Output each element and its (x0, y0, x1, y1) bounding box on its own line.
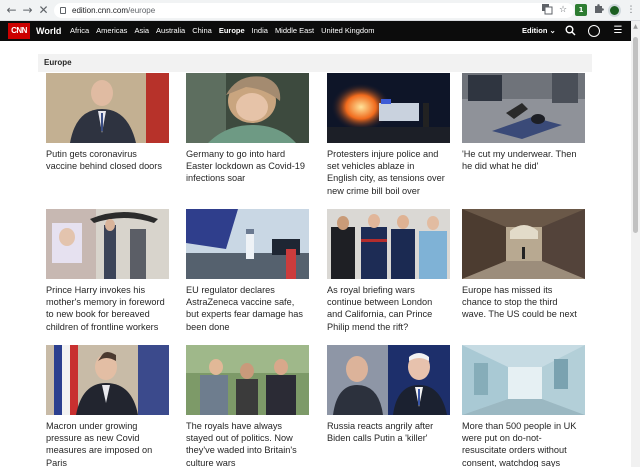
search-icon[interactable] (564, 25, 576, 37)
browser-menu-icon[interactable]: ⋮ (624, 3, 638, 17)
region-europe[interactable]: Europe (219, 21, 245, 41)
world-section-link[interactable]: World (36, 21, 61, 41)
region-united-kingdom[interactable]: United Kingdom (321, 21, 374, 41)
hamburger-menu-icon[interactable]: ☰ (612, 25, 624, 37)
story-image-putin[interactable] (46, 73, 169, 143)
region-nav: Africa Americas Asia Australia China Eur… (70, 21, 375, 41)
story-image-hospital[interactable] (462, 345, 585, 415)
extension-badge: 1 (575, 4, 587, 16)
story-image-harry[interactable] (46, 209, 169, 279)
region-asia[interactable]: Asia (134, 21, 149, 41)
story-headline[interactable]: Germany to go into hard Easter lockdown … (186, 148, 306, 185)
puzzle-icon[interactable] (591, 3, 605, 17)
story-headline[interactable]: Russia reacts angrily after Biden calls … (327, 420, 447, 444)
star-icon[interactable]: ☆ (556, 3, 570, 17)
story-headline[interactable]: Europe has missed its chance to stop the… (462, 284, 582, 321)
region-americas[interactable]: Americas (96, 21, 127, 41)
story-image-corridor[interactable] (462, 209, 585, 279)
story-headline[interactable]: As royal briefing wars continue between … (327, 284, 447, 333)
back-icon[interactable]: ← (4, 3, 19, 18)
stop-loading-icon[interactable]: ✕ (36, 3, 51, 18)
url-text: edition.cnn.com/europe (72, 4, 155, 17)
url-path: /europe (128, 6, 156, 15)
story-image-arrest[interactable] (462, 73, 585, 143)
story-headline[interactable]: EU regulator declares AstraZeneca vaccin… (186, 284, 306, 333)
story-image-putin-biden[interactable] (327, 345, 450, 415)
story-image-vaccine[interactable] (186, 209, 309, 279)
story-image-royals[interactable] (327, 209, 450, 279)
section-title: Europe (44, 58, 72, 67)
site-header: CNN World Africa Americas Asia Australia… (0, 21, 631, 41)
browser-toolbar: ← → ✕ edition.cnn.com/europe ☆ 1 ⋮ (0, 0, 640, 21)
story-headline[interactable]: Protesters injure police and set vehicle… (327, 148, 447, 197)
forward-icon[interactable]: → (20, 3, 35, 18)
region-india[interactable]: India (252, 21, 268, 41)
story-headline[interactable]: Putin gets coronavirus vaccine behind cl… (46, 148, 166, 172)
story-headline[interactable]: The royals have always stayed out of pol… (186, 420, 306, 467)
cnn-logo[interactable]: CNN (8, 23, 30, 39)
url-host: edition.cnn.com (72, 6, 129, 15)
story-image-sussex[interactable] (186, 345, 309, 415)
region-china[interactable]: China (192, 21, 212, 41)
scroll-up-arrow-icon[interactable]: ▲ (631, 23, 640, 31)
story-headline[interactable]: Macron under growing pressure as new Cov… (46, 420, 166, 467)
lock-icon (60, 7, 66, 14)
region-australia[interactable]: Australia (156, 21, 185, 41)
story-image-merkel[interactable] (186, 73, 309, 143)
story-headline[interactable]: More than 500 people in UK were put on d… (462, 420, 582, 467)
extension-icon[interactable]: 1 (574, 3, 588, 17)
story-headline[interactable]: 'He cut my underwear. Then he did what h… (462, 148, 582, 172)
address-bar[interactable]: edition.cnn.com/europe (54, 3, 574, 18)
story-image-macron[interactable] (46, 345, 169, 415)
translate-icon[interactable] (540, 3, 554, 17)
edition-selector[interactable]: Edition ⌄ (522, 21, 556, 41)
region-africa[interactable]: Africa (70, 21, 89, 41)
account-icon[interactable] (588, 25, 600, 37)
story-image-riot[interactable] (327, 73, 450, 143)
scrollbar-thumb[interactable] (633, 37, 638, 233)
region-middle-east[interactable]: Middle East (275, 21, 314, 41)
page-scrollbar[interactable]: ▲ (631, 21, 640, 467)
section-header: Europe (38, 54, 592, 72)
story-headline[interactable]: Prince Harry invokes his mother's memory… (46, 284, 166, 333)
profile-avatar[interactable] (608, 4, 621, 17)
